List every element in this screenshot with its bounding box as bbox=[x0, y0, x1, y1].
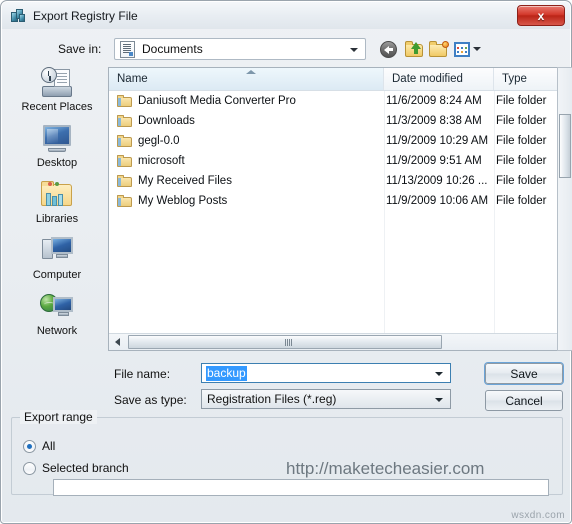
cell-date-modified: 11/6/2009 8:24 AM bbox=[386, 95, 482, 107]
cell-name: Daniusoft Media Converter Pro bbox=[109, 95, 384, 107]
cell-name: microsoft bbox=[109, 155, 384, 167]
file-list-view[interactable]: Name Date modified Type Daniusoft Media … bbox=[108, 67, 572, 351]
radio-label: Selected branch bbox=[42, 461, 129, 475]
watermark-url: http://maketecheasier.com bbox=[286, 459, 485, 478]
scroll-left-icon[interactable] bbox=[109, 334, 126, 350]
save-as-type-dropdown[interactable]: Registration Files (*.reg) bbox=[201, 389, 451, 409]
table-row[interactable]: microsoft 11/9/2009 9:51 AM File folder bbox=[109, 151, 572, 171]
folder-icon bbox=[117, 115, 132, 127]
selected-branch-input[interactable] bbox=[53, 479, 549, 496]
cell-name: gegl-0.0 bbox=[109, 135, 384, 147]
back-icon[interactable] bbox=[379, 40, 399, 59]
watermark-corner: wsxdn.com bbox=[511, 510, 565, 521]
views-icon[interactable] bbox=[454, 40, 482, 59]
recent-places-icon bbox=[39, 67, 75, 99]
vertical-scrollbar-thumb[interactable] bbox=[559, 114, 571, 178]
column-header-date-modified[interactable]: Date modified bbox=[384, 68, 494, 90]
save-in-label: Save in: bbox=[58, 42, 102, 56]
save-in-dropdown[interactable]: Documents bbox=[114, 38, 366, 60]
sidebar-item-libraries[interactable]: Libraries bbox=[9, 179, 105, 235]
cell-date-modified: 11/9/2009 9:51 AM bbox=[386, 155, 482, 167]
sort-ascending-icon bbox=[246, 70, 256, 74]
file-name-value: backup bbox=[206, 365, 247, 381]
cell-name: Downloads bbox=[109, 115, 384, 127]
radio-unselected-icon bbox=[23, 461, 36, 475]
sidebar-item-label: Recent Places bbox=[21, 101, 93, 113]
places-bar: Recent Places Desktop Libraries Computer bbox=[9, 67, 105, 351]
cell-date-modified: 11/3/2009 8:38 AM bbox=[386, 115, 482, 127]
title-bar: Export Registry File x bbox=[2, 2, 570, 29]
chevron-down-icon bbox=[435, 398, 443, 402]
up-one-level-icon[interactable] bbox=[405, 40, 425, 59]
horizontal-scrollbar-thumb[interactable] bbox=[128, 335, 442, 349]
table-row[interactable]: My Received Files 11/13/2009 10:26 ... F… bbox=[109, 171, 572, 191]
folder-icon bbox=[117, 135, 132, 147]
export-range-label: Export range bbox=[20, 410, 97, 424]
sidebar-item-desktop[interactable]: Desktop bbox=[9, 123, 105, 179]
column-header-name[interactable]: Name bbox=[109, 68, 384, 90]
horizontal-scrollbar[interactable] bbox=[109, 333, 572, 350]
folder-icon bbox=[117, 155, 132, 167]
column-header-label: Type bbox=[502, 73, 527, 85]
file-name-label: Daniusoft Media Converter Pro bbox=[138, 95, 296, 107]
save-button[interactable]: Save bbox=[485, 363, 563, 384]
sidebar-item-computer[interactable]: Computer bbox=[9, 235, 105, 291]
chevron-down-icon bbox=[473, 47, 481, 51]
cell-name: My Weblog Posts bbox=[109, 195, 384, 207]
cell-date-modified: 11/9/2009 10:06 AM bbox=[386, 195, 489, 207]
desktop-icon bbox=[39, 123, 75, 155]
column-header-label: Date modified bbox=[392, 73, 463, 85]
column-header-label: Name bbox=[117, 73, 148, 85]
vertical-scrollbar[interactable] bbox=[557, 67, 572, 351]
chevron-down-icon bbox=[350, 48, 358, 52]
radio-selected-icon bbox=[23, 439, 36, 453]
sidebar-item-label: Computer bbox=[32, 269, 82, 281]
sidebar-item-recent-places[interactable]: Recent Places bbox=[9, 67, 105, 123]
file-name-label: Downloads bbox=[138, 115, 195, 127]
network-icon bbox=[39, 291, 75, 323]
file-name-label: My Weblog Posts bbox=[138, 195, 228, 207]
table-row[interactable]: Daniusoft Media Converter Pro 11/6/2009 … bbox=[109, 91, 572, 111]
file-name-label: gegl-0.0 bbox=[138, 135, 180, 147]
column-header-row: Name Date modified Type bbox=[109, 68, 572, 91]
sidebar-item-label: Libraries bbox=[35, 213, 79, 225]
save-in-row: Save in: Documents bbox=[1, 37, 572, 63]
save-in-value: Documents bbox=[142, 42, 203, 56]
window-title: Export Registry File bbox=[33, 8, 138, 23]
folder-icon bbox=[117, 195, 132, 207]
sidebar-item-label: Network bbox=[36, 325, 78, 337]
cell-date-modified: 11/13/2009 10:26 ... bbox=[386, 175, 488, 187]
file-name-label: File name: bbox=[114, 367, 171, 381]
cell-date-modified: 11/9/2009 10:29 AM bbox=[386, 135, 489, 147]
table-row[interactable]: My Weblog Posts 11/9/2009 10:06 AM File … bbox=[109, 191, 572, 211]
save-as-type-label: Save as type: bbox=[114, 393, 187, 407]
file-name-input[interactable]: backup bbox=[201, 363, 451, 383]
sidebar-item-network[interactable]: Network bbox=[9, 291, 105, 347]
file-rows: Daniusoft Media Converter Pro 11/6/2009 … bbox=[109, 91, 572, 211]
radio-selected-branch[interactable]: Selected branch bbox=[23, 461, 129, 475]
documents-icon bbox=[120, 40, 135, 58]
folder-icon bbox=[117, 175, 132, 187]
cancel-button[interactable]: Cancel bbox=[485, 390, 563, 411]
table-row[interactable]: Downloads 11/3/2009 8:38 AM File folder bbox=[109, 111, 572, 131]
sidebar-item-label: Desktop bbox=[36, 157, 78, 169]
file-name-label: My Received Files bbox=[138, 175, 232, 187]
radio-label: All bbox=[42, 439, 56, 453]
new-folder-icon[interactable] bbox=[429, 40, 449, 59]
cell-name: My Received Files bbox=[109, 175, 384, 187]
registry-editor-icon bbox=[10, 8, 26, 24]
radio-all[interactable]: All bbox=[23, 439, 55, 453]
libraries-icon bbox=[39, 179, 75, 211]
computer-icon bbox=[39, 235, 75, 267]
export-registry-file-dialog: Export Registry File x Save in: Document… bbox=[0, 0, 572, 524]
file-name-label: microsoft bbox=[138, 155, 185, 167]
chevron-down-icon[interactable] bbox=[435, 372, 443, 376]
close-button[interactable]: x bbox=[517, 5, 565, 26]
save-as-type-value: Registration Files (*.reg) bbox=[207, 392, 337, 406]
folder-icon bbox=[117, 95, 132, 107]
table-row[interactable]: gegl-0.0 11/9/2009 10:29 AM File folder bbox=[109, 131, 572, 151]
